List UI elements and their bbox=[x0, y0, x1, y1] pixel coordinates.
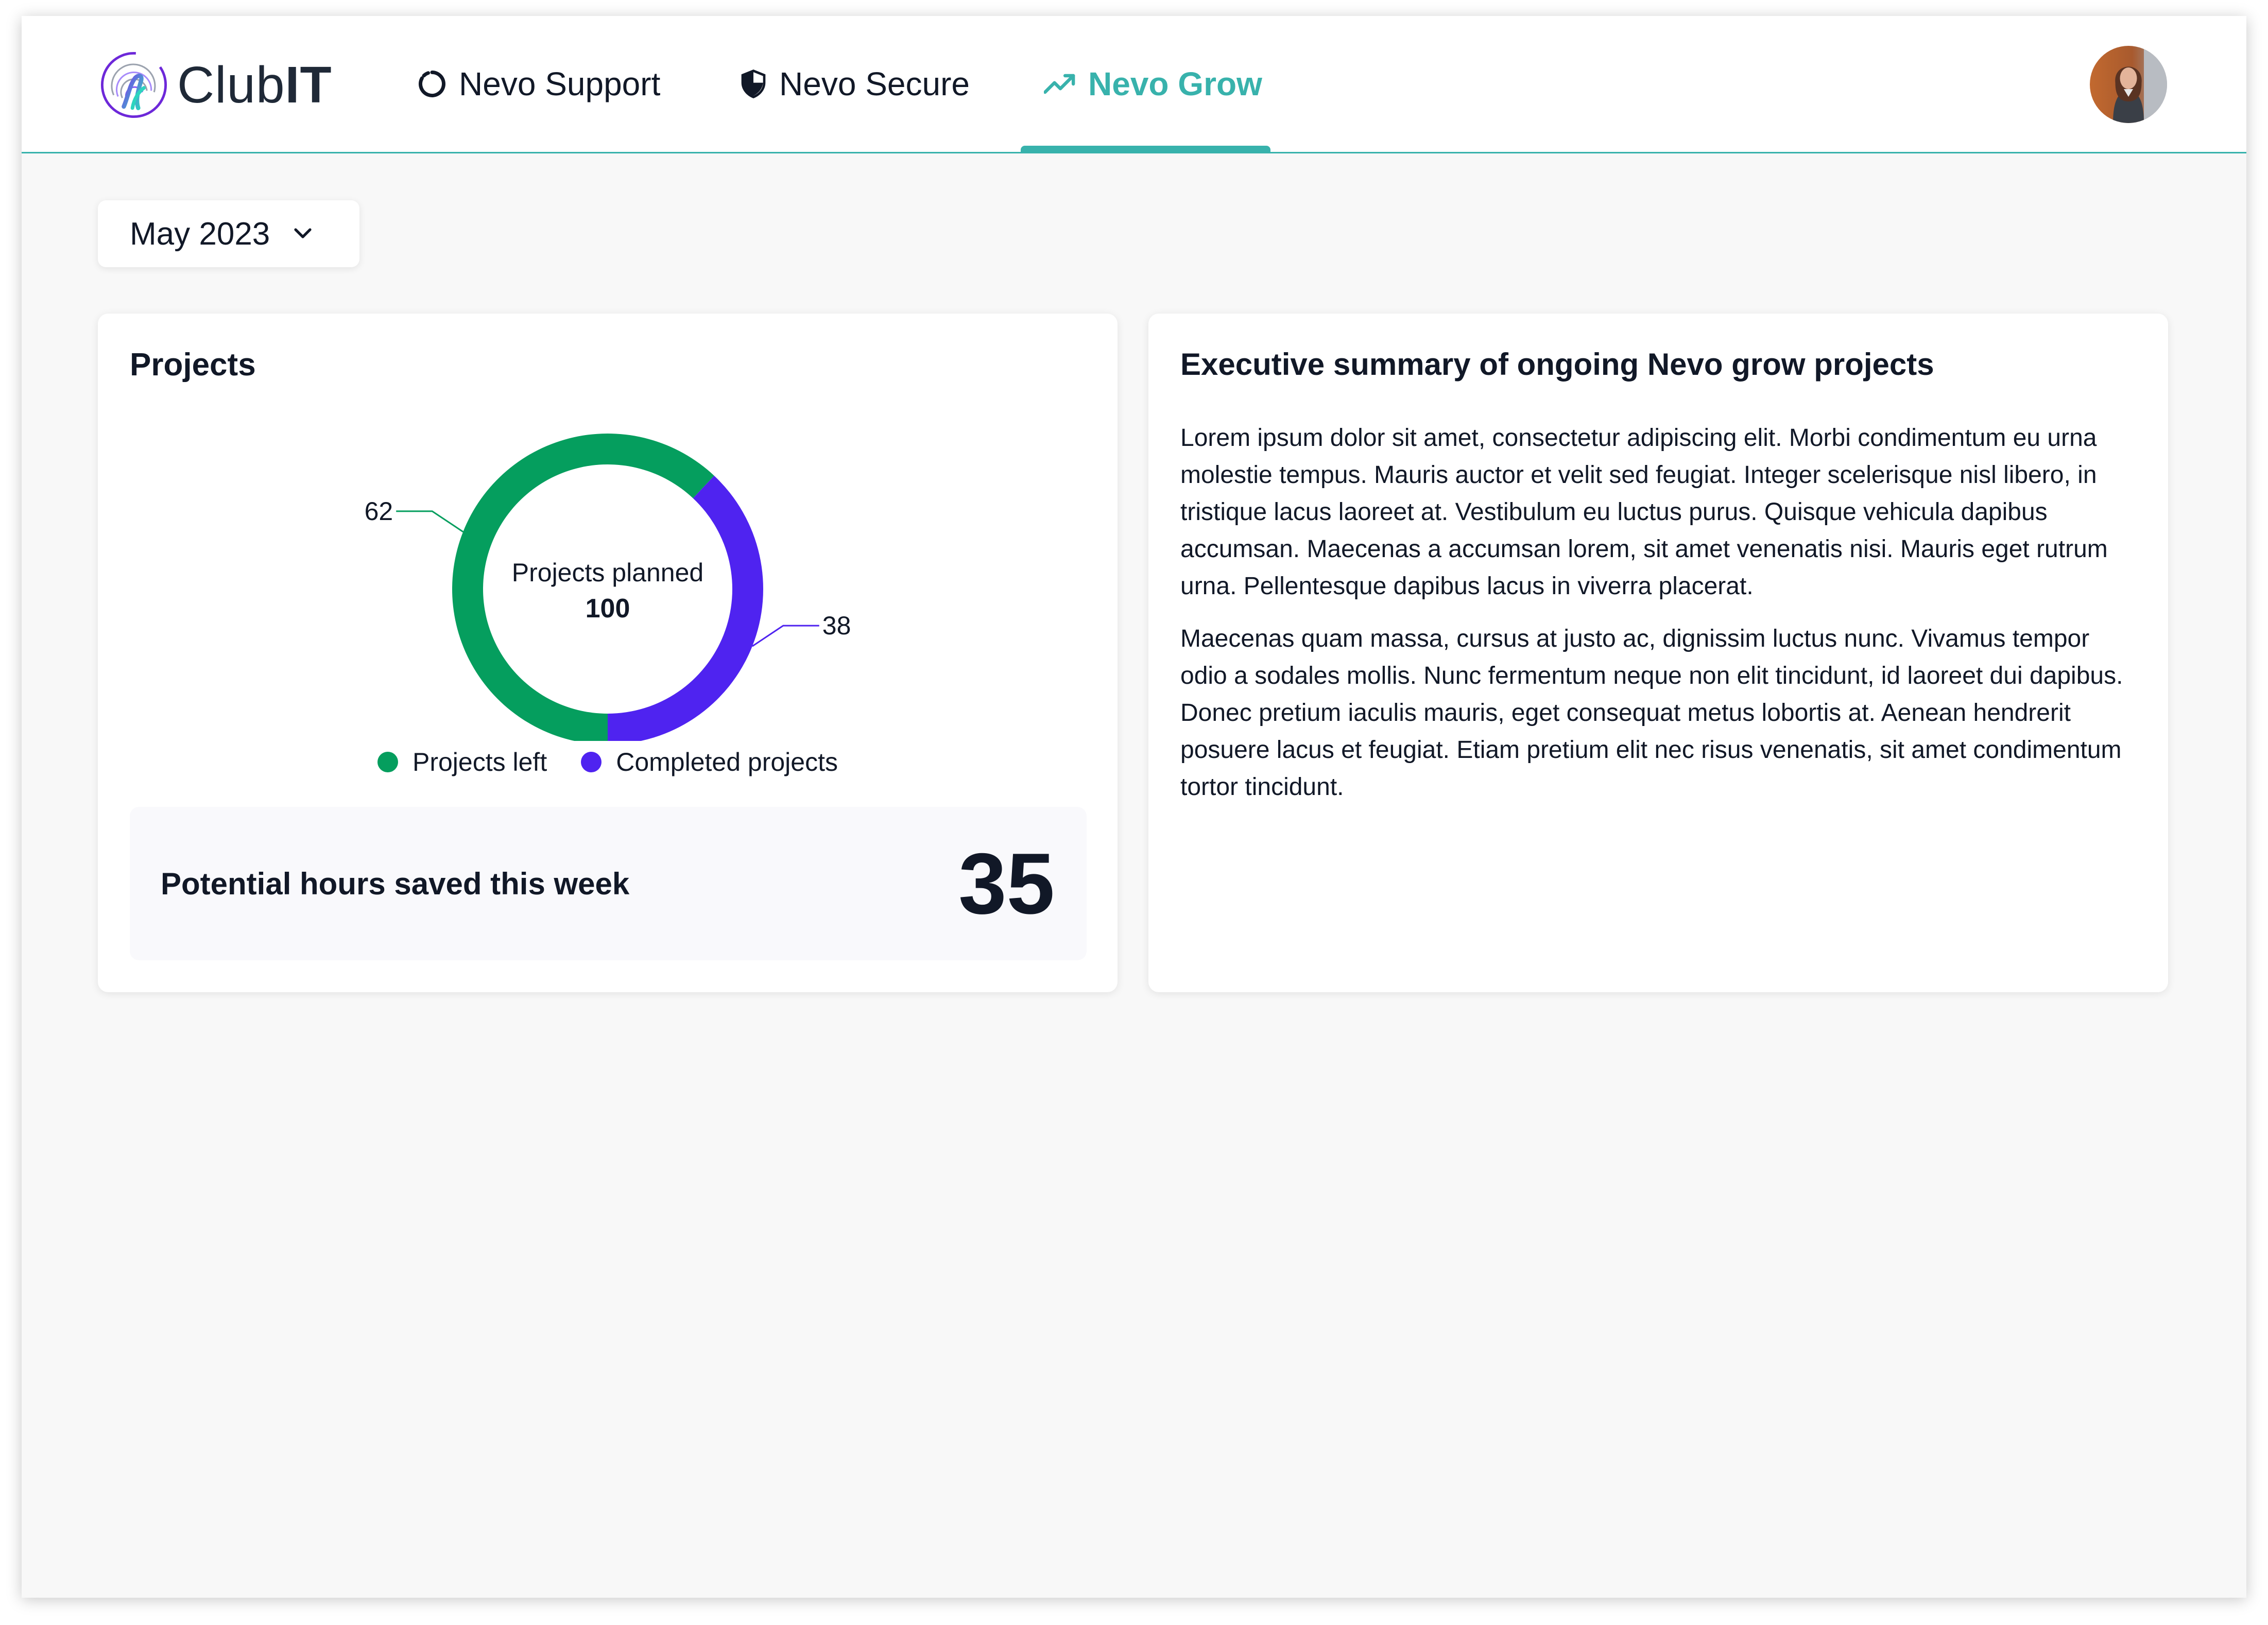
nav-tab-label: Nevo Secure bbox=[779, 65, 970, 102]
slice-value-label: 38 bbox=[822, 611, 851, 640]
donut-slice-completed-projects[interactable] bbox=[608, 475, 763, 741]
trending-up-icon bbox=[1044, 74, 1075, 94]
summary-title: Executive summary of ongoing Nevo grow p… bbox=[1180, 347, 1934, 382]
chart-legend: Projects left Completed projects bbox=[98, 747, 1118, 777]
nav-tab-nevo-secure[interactable]: Nevo Secure bbox=[739, 16, 970, 152]
logo-text-bold: IT bbox=[285, 56, 332, 114]
nav-tab-label: Nevo Support bbox=[459, 65, 661, 102]
donut-center-label: Projects planned bbox=[512, 558, 703, 587]
hours-saved-value: 35 bbox=[958, 835, 1055, 932]
nav-tab-nevo-support[interactable]: Nevo Support bbox=[417, 16, 660, 152]
active-tab-indicator bbox=[1021, 146, 1270, 153]
loading-ring-icon bbox=[418, 71, 445, 97]
nav-tab-nevo-grow[interactable]: Nevo Grow bbox=[1044, 16, 1262, 152]
logo-text: ClubIT bbox=[177, 56, 332, 115]
projects-donut-chart: 38 62 Projects planned 100 bbox=[365, 434, 851, 741]
hours-saved-label: Potential hours saved this week bbox=[161, 866, 630, 901]
legend-item-completed-projects[interactable]: Completed projects bbox=[581, 747, 838, 777]
summary-body: Lorem ipsum dolor sit amet, consectetur … bbox=[1180, 420, 2138, 821]
summary-paragraph: Maecenas quam massa, cursus at justo ac,… bbox=[1180, 625, 2123, 801]
chevron-down-icon bbox=[294, 228, 312, 238]
shield-icon bbox=[741, 70, 766, 98]
slice-leader-line bbox=[751, 625, 819, 647]
summary-paragraph: Lorem ipsum dolor sit amet, consectetur … bbox=[1180, 424, 2108, 600]
fingerprint-logo-icon bbox=[100, 51, 167, 118]
hours-saved-panel: Potential hours saved this week 35 bbox=[130, 807, 1087, 960]
nav-tab-label: Nevo Grow bbox=[1088, 65, 1262, 102]
user-avatar[interactable] bbox=[2090, 46, 2167, 123]
legend-label: Completed projects bbox=[616, 748, 838, 776]
legend-dot-completed-projects bbox=[581, 752, 602, 772]
app-window: ClubIT Nevo Support Nevo Secure Nevo Gro… bbox=[22, 16, 2246, 1598]
projects-card: Projects 38 62 Projects planned 100 Proje… bbox=[98, 314, 1118, 992]
donut-center-value: 100 bbox=[586, 594, 630, 624]
top-navigation-bar: ClubIT Nevo Support Nevo Secure Nevo Gro… bbox=[22, 16, 2246, 153]
logo-text-light: Club bbox=[177, 56, 285, 114]
executive-summary-card: Executive summary of ongoing Nevo grow p… bbox=[1148, 314, 2168, 992]
slice-value-label: 62 bbox=[365, 497, 393, 526]
legend-label: Projects left bbox=[413, 748, 547, 776]
avatar-photo bbox=[2090, 46, 2167, 123]
clubit-logo[interactable]: ClubIT bbox=[98, 49, 332, 121]
slice-leader-line bbox=[396, 510, 464, 533]
month-dropdown[interactable]: May 2023 bbox=[98, 200, 359, 267]
legend-dot-projects-left bbox=[377, 752, 398, 772]
month-dropdown-value: May 2023 bbox=[130, 216, 270, 252]
legend-item-projects-left[interactable]: Projects left bbox=[377, 747, 547, 777]
